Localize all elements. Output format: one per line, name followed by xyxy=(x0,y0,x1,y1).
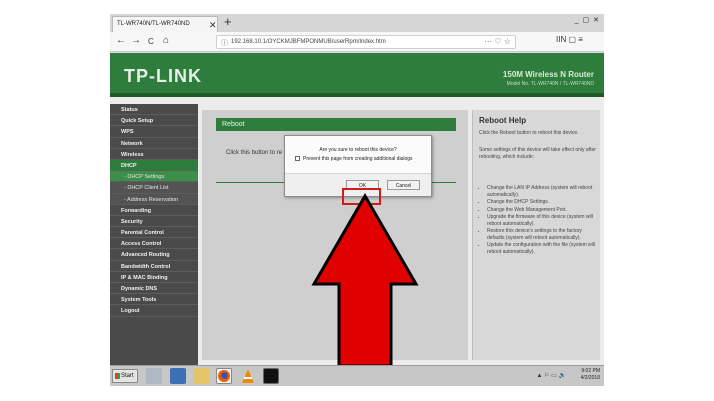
clock-date: 4/2/2018 xyxy=(580,375,600,381)
reboot-section-header: Reboot xyxy=(216,118,456,131)
router-sidebar-menu: Status Quick Setup WPS Network Wireless DHCP -… xyxy=(110,104,198,365)
sidebar-item-security[interactable]: Security xyxy=(110,216,198,228)
sidebar-item-dhcp-client-list[interactable]: - DHCP Client List xyxy=(110,182,198,194)
sidebar-item-logout[interactable]: Logout xyxy=(110,305,198,317)
up-arrow-icon xyxy=(311,193,419,368)
model-number: Model No. TL-WR740N / TL-WR740ND xyxy=(506,81,594,87)
sidebar-item-network[interactable]: Network xyxy=(110,138,198,149)
url-text: 192.168.10.1/OYCKMJBFMPONMUB/userRpm/Ind… xyxy=(231,39,386,45)
clock[interactable]: 9:02 PM 4/2/2018 xyxy=(581,368,600,384)
desktop-screen: TL-WR740N/TL-WR740ND ✕ + _ ▢ ✕ ← → C ⌂ ⓘ… xyxy=(110,14,604,386)
sidebar-item-advanced-routing[interactable]: Advanced Routing xyxy=(110,249,198,261)
sidebar-item-wireless[interactable]: Wireless xyxy=(110,149,198,160)
start-label: Start xyxy=(121,373,134,379)
browser-tab-title: TL-WR740N/TL-WR740ND xyxy=(117,21,190,27)
toolbar-right-icons[interactable]: IIN ▢ ≡ xyxy=(556,35,583,44)
tp-link-logo: TP-LINK xyxy=(124,66,202,86)
taskbar: Start ▲ ⚐ ▭ 🔊 9:02 PM 4/2/2018 xyxy=(110,365,604,386)
sidebar-item-address-reservation[interactable]: - Address Reservation xyxy=(110,193,198,205)
help-intro: Click the Reboot button to reboot this d… xyxy=(479,130,579,136)
command-prompt-icon[interactable] xyxy=(263,368,279,384)
sidebar-item-wps[interactable]: WPS xyxy=(110,126,198,138)
sidebar-item-forwarding[interactable]: Forwarding xyxy=(110,205,198,216)
help-list: Change the LAN IP Address (system will r… xyxy=(487,185,597,256)
reload-button[interactable]: C xyxy=(148,36,154,48)
browser-tab-bar: TL-WR740N/TL-WR740ND ✕ + _ ▢ ✕ xyxy=(110,14,604,32)
windows-logo-icon xyxy=(115,373,120,379)
help-list-item: Change the LAN IP Address (system will r… xyxy=(487,185,597,198)
help-panel: Reboot Help Click the Reboot button to r… xyxy=(472,110,600,360)
sidebar-item-system-tools[interactable]: System Tools xyxy=(110,294,198,306)
new-tab-button[interactable]: + xyxy=(224,15,232,29)
reboot-description: Click this button to re xyxy=(226,150,283,156)
help-title: Reboot Help xyxy=(479,116,527,125)
help-list-item: Upgrade the firmware of this device (sys… xyxy=(487,214,597,227)
browser-nav-bar: ← → C ⌂ ⓘ 192.168.10.1/OYCKMJBFMPONMUB/u… xyxy=(110,32,604,52)
sidebar-item-quick-setup[interactable]: Quick Setup xyxy=(110,115,198,127)
help-list-item: Update the configuration with the file (… xyxy=(487,242,597,255)
forward-button[interactable]: → xyxy=(131,35,141,47)
home-button[interactable]: ⌂ xyxy=(163,35,169,47)
page-actions[interactable]: ··· ♡ ☆ xyxy=(484,37,511,46)
clock-time: 9:02 PM xyxy=(581,368,600,374)
powershell-icon[interactable] xyxy=(170,368,186,384)
prevent-dialogs-label: Prevent this page from creating addition… xyxy=(303,156,413,162)
sidebar-item-dynamic-dns[interactable]: Dynamic DNS xyxy=(110,283,198,295)
prevent-dialogs-checkbox[interactable] xyxy=(295,156,300,161)
info-icon[interactable]: ⓘ xyxy=(221,38,228,48)
model-title: 150M Wireless N Router xyxy=(502,70,594,79)
browser-tab[interactable]: TL-WR740N/TL-WR740ND ✕ xyxy=(112,16,218,32)
sidebar-item-access-control[interactable]: Access Control xyxy=(110,238,198,250)
start-button[interactable]: Start xyxy=(112,369,138,383)
sidebar-item-ip-mac-binding[interactable]: IP & MAC Binding xyxy=(110,272,198,283)
sidebar-item-status[interactable]: Status xyxy=(110,104,198,116)
sidebar-item-dhcp[interactable]: DHCP xyxy=(110,159,198,172)
sidebar-item-bandwidth-control[interactable]: Bandwidth Control xyxy=(110,261,198,272)
reboot-title: Reboot xyxy=(222,121,245,128)
help-list-item: Change the DHCP Settings. xyxy=(487,199,597,206)
system-tray-icons[interactable]: ▲ ⚐ ▭ 🔊 xyxy=(537,372,566,379)
sidebar-item-dhcp-settings[interactable]: - DHCP Settings xyxy=(110,171,198,183)
vlc-icon[interactable] xyxy=(240,368,256,384)
tab-close-icon[interactable]: ✕ xyxy=(209,20,217,31)
help-list-item: Change the Web Management Port. xyxy=(487,207,597,214)
router-header: TP-LINK 150M Wireless N Router Model No.… xyxy=(110,53,604,97)
file-explorer-icon[interactable] xyxy=(194,368,210,384)
back-button[interactable]: ← xyxy=(116,35,126,47)
help-list-item: Restore this device's settings to the fa… xyxy=(487,228,597,241)
help-note: Some settings of this device will take e… xyxy=(479,147,596,160)
address-bar[interactable]: ⓘ 192.168.10.1/OYCKMJBFMPONMUB/userRpm/I… xyxy=(216,35,516,49)
server-manager-icon[interactable] xyxy=(146,368,162,384)
dialog-message: Are you sure to reboot this device? xyxy=(319,147,397,153)
sidebar-item-parental-control[interactable]: Parental Control xyxy=(110,227,198,239)
cancel-button[interactable]: Cancel xyxy=(387,180,420,190)
window-controls[interactable]: _ ▢ ✕ xyxy=(575,16,600,24)
firefox-icon[interactable] xyxy=(216,368,232,384)
